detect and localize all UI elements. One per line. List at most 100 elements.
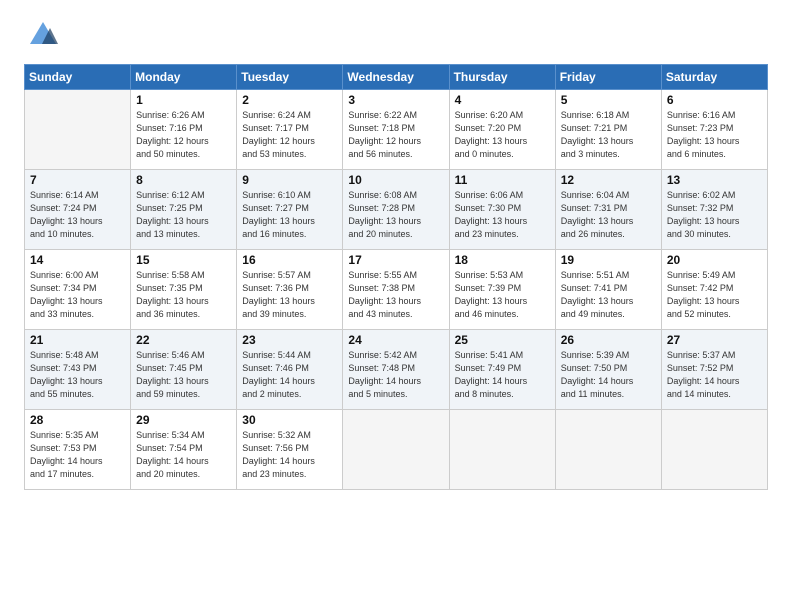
calendar-day-cell: 20 Sunrise: 5:49 AM Sunset: 7:42 PM Dayli… (661, 250, 767, 330)
calendar-day-cell: 30 Sunrise: 5:32 AM Sunset: 7:56 PM Dayli… (237, 410, 343, 490)
calendar-day-cell: 19 Sunrise: 5:51 AM Sunset: 7:41 PM Dayli… (555, 250, 661, 330)
calendar-week-row: 7Sunrise: 6:14 AM Sunset: 7:24 PM Daylig… (25, 170, 768, 250)
logo (24, 20, 58, 50)
day-info: Sunrise: 6:08 AM Sunset: 7:28 PM Dayligh… (348, 189, 443, 241)
weekday-header-row: SundayMondayTuesdayWednesdayThursdayFrid… (25, 65, 768, 90)
day-number: 24 (348, 333, 443, 347)
weekday-header-monday: Monday (131, 65, 237, 90)
calendar-day-cell: 27 Sunrise: 5:37 AM Sunset: 7:52 PM Dayli… (661, 330, 767, 410)
calendar-week-row: 28Sunrise: 5:35 AM Sunset: 7:53 PM Dayli… (25, 410, 768, 490)
day-info: Sunrise: 5:41 AM Sunset: 7:49 PM Dayligh… (455, 349, 550, 401)
calendar-week-row: 14 Sunrise: 6:00 AM Sunset: 7:34 PM Dayli… (25, 250, 768, 330)
calendar-day-cell: 18Sunrise: 5:53 AM Sunset: 7:39 PM Dayli… (449, 250, 555, 330)
calendar-day-cell: 6 Sunrise: 6:16 AM Sunset: 7:23 PM Daylig… (661, 90, 767, 170)
calendar-day-cell: 1 Sunrise: 6:26 AM Sunset: 7:16 PM Daylig… (131, 90, 237, 170)
day-info: Sunrise: 6:04 AM Sunset: 7:31 PM Dayligh… (561, 189, 656, 241)
day-number: 3 (348, 93, 443, 107)
calendar-week-row: 21 Sunrise: 5:48 AM Sunset: 7:43 PM Dayli… (25, 330, 768, 410)
calendar-table: SundayMondayTuesdayWednesdayThursdayFrid… (24, 64, 768, 490)
day-number: 29 (136, 413, 231, 427)
day-number: 16 (242, 253, 337, 267)
day-info: Sunrise: 5:49 AM Sunset: 7:42 PM Dayligh… (667, 269, 762, 321)
day-info: Sunrise: 6:16 AM Sunset: 7:23 PM Dayligh… (667, 109, 762, 161)
weekday-header-friday: Friday (555, 65, 661, 90)
day-info: Sunrise: 6:18 AM Sunset: 7:21 PM Dayligh… (561, 109, 656, 161)
calendar-day-cell (25, 90, 131, 170)
day-number: 20 (667, 253, 762, 267)
day-number: 12 (561, 173, 656, 187)
calendar-day-cell: 5 Sunrise: 6:18 AM Sunset: 7:21 PM Daylig… (555, 90, 661, 170)
day-info: Sunrise: 6:12 AM Sunset: 7:25 PM Dayligh… (136, 189, 231, 241)
calendar-day-cell: 9Sunrise: 6:10 AM Sunset: 7:27 PM Daylig… (237, 170, 343, 250)
day-number: 27 (667, 333, 762, 347)
day-number: 23 (242, 333, 337, 347)
day-info: Sunrise: 5:42 AM Sunset: 7:48 PM Dayligh… (348, 349, 443, 401)
day-info: Sunrise: 5:48 AM Sunset: 7:43 PM Dayligh… (30, 349, 125, 401)
calendar-day-cell: 13 Sunrise: 6:02 AM Sunset: 7:32 PM Dayli… (661, 170, 767, 250)
day-info: Sunrise: 6:22 AM Sunset: 7:18 PM Dayligh… (348, 109, 443, 161)
weekday-header-tuesday: Tuesday (237, 65, 343, 90)
day-number: 8 (136, 173, 231, 187)
day-number: 7 (30, 173, 125, 187)
day-number: 22 (136, 333, 231, 347)
calendar-day-cell (661, 410, 767, 490)
day-info: Sunrise: 5:55 AM Sunset: 7:38 PM Dayligh… (348, 269, 443, 321)
day-info: Sunrise: 6:10 AM Sunset: 7:27 PM Dayligh… (242, 189, 337, 241)
page: SundayMondayTuesdayWednesdayThursdayFrid… (0, 0, 792, 612)
day-number: 25 (455, 333, 550, 347)
calendar-day-cell (343, 410, 449, 490)
day-info: Sunrise: 5:37 AM Sunset: 7:52 PM Dayligh… (667, 349, 762, 401)
calendar-day-cell: 2 Sunrise: 6:24 AM Sunset: 7:17 PM Daylig… (237, 90, 343, 170)
day-info: Sunrise: 6:24 AM Sunset: 7:17 PM Dayligh… (242, 109, 337, 161)
day-number: 10 (348, 173, 443, 187)
calendar-day-cell: 14 Sunrise: 6:00 AM Sunset: 7:34 PM Dayli… (25, 250, 131, 330)
day-number: 21 (30, 333, 125, 347)
calendar-day-cell (449, 410, 555, 490)
calendar-day-cell: 17 Sunrise: 5:55 AM Sunset: 7:38 PM Dayli… (343, 250, 449, 330)
calendar-day-cell: 15Sunrise: 5:58 AM Sunset: 7:35 PM Dayli… (131, 250, 237, 330)
day-info: Sunrise: 6:00 AM Sunset: 7:34 PM Dayligh… (30, 269, 125, 321)
day-number: 26 (561, 333, 656, 347)
day-number: 13 (667, 173, 762, 187)
calendar-day-cell (555, 410, 661, 490)
weekday-header-saturday: Saturday (661, 65, 767, 90)
day-info: Sunrise: 5:58 AM Sunset: 7:35 PM Dayligh… (136, 269, 231, 321)
calendar-day-cell: 23 Sunrise: 5:44 AM Sunset: 7:46 PM Dayli… (237, 330, 343, 410)
day-number: 14 (30, 253, 125, 267)
day-number: 19 (561, 253, 656, 267)
day-number: 30 (242, 413, 337, 427)
day-number: 6 (667, 93, 762, 107)
day-number: 11 (455, 173, 550, 187)
day-info: Sunrise: 5:57 AM Sunset: 7:36 PM Dayligh… (242, 269, 337, 321)
calendar-day-cell: 25 Sunrise: 5:41 AM Sunset: 7:49 PM Dayli… (449, 330, 555, 410)
calendar-day-cell: 26Sunrise: 5:39 AM Sunset: 7:50 PM Dayli… (555, 330, 661, 410)
day-info: Sunrise: 5:44 AM Sunset: 7:46 PM Dayligh… (242, 349, 337, 401)
logo-icon (28, 20, 58, 50)
day-number: 5 (561, 93, 656, 107)
day-info: Sunrise: 6:02 AM Sunset: 7:32 PM Dayligh… (667, 189, 762, 241)
calendar-week-row: 1 Sunrise: 6:26 AM Sunset: 7:16 PM Daylig… (25, 90, 768, 170)
day-number: 1 (136, 93, 231, 107)
calendar-day-cell: 21 Sunrise: 5:48 AM Sunset: 7:43 PM Dayli… (25, 330, 131, 410)
day-info: Sunrise: 5:51 AM Sunset: 7:41 PM Dayligh… (561, 269, 656, 321)
day-info: Sunrise: 5:34 AM Sunset: 7:54 PM Dayligh… (136, 429, 231, 481)
day-number: 4 (455, 93, 550, 107)
calendar-day-cell: 28Sunrise: 5:35 AM Sunset: 7:53 PM Dayli… (25, 410, 131, 490)
calendar-day-cell: 10 Sunrise: 6:08 AM Sunset: 7:28 PM Dayli… (343, 170, 449, 250)
calendar-day-cell: 24 Sunrise: 5:42 AM Sunset: 7:48 PM Dayli… (343, 330, 449, 410)
calendar-day-cell: 8 Sunrise: 6:12 AM Sunset: 7:25 PM Daylig… (131, 170, 237, 250)
day-number: 18 (455, 253, 550, 267)
calendar-day-cell: 12 Sunrise: 6:04 AM Sunset: 7:31 PM Dayli… (555, 170, 661, 250)
calendar-day-cell: 4Sunrise: 6:20 AM Sunset: 7:20 PM Daylig… (449, 90, 555, 170)
day-info: Sunrise: 6:26 AM Sunset: 7:16 PM Dayligh… (136, 109, 231, 161)
calendar-day-cell: 29 Sunrise: 5:34 AM Sunset: 7:54 PM Dayli… (131, 410, 237, 490)
weekday-header-wednesday: Wednesday (343, 65, 449, 90)
day-info: Sunrise: 5:32 AM Sunset: 7:56 PM Dayligh… (242, 429, 337, 481)
calendar-day-cell: 16 Sunrise: 5:57 AM Sunset: 7:36 PM Dayli… (237, 250, 343, 330)
calendar-day-cell: 3 Sunrise: 6:22 AM Sunset: 7:18 PM Daylig… (343, 90, 449, 170)
day-number: 2 (242, 93, 337, 107)
day-info: Sunrise: 5:35 AM Sunset: 7:53 PM Dayligh… (30, 429, 125, 481)
day-info: Sunrise: 5:46 AM Sunset: 7:45 PM Dayligh… (136, 349, 231, 401)
day-number: 17 (348, 253, 443, 267)
calendar-day-cell: 22 Sunrise: 5:46 AM Sunset: 7:45 PM Dayli… (131, 330, 237, 410)
